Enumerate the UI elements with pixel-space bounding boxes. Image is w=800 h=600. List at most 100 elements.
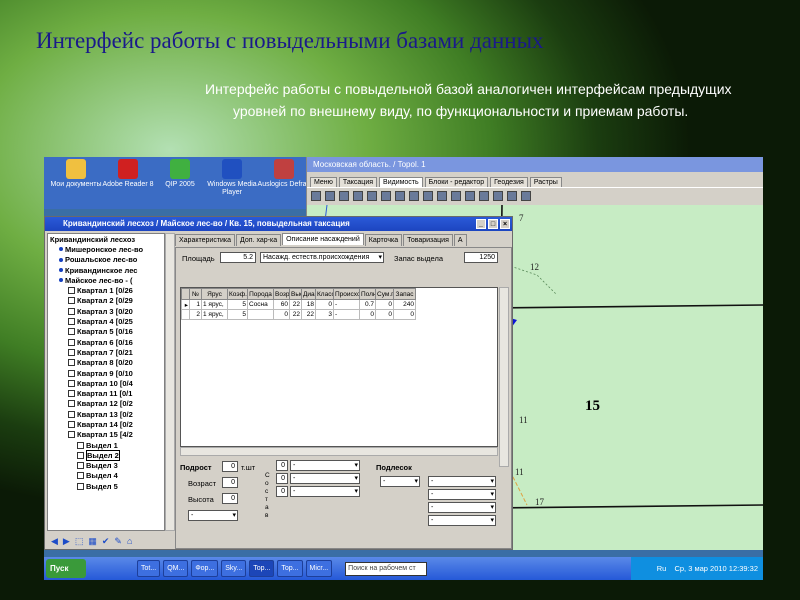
tree-node[interactable]: Выдел 5 (48, 481, 164, 491)
tree-node[interactable]: Выдел 2 (48, 450, 164, 460)
tree-node[interactable]: Рошальское лес-во (48, 255, 164, 265)
db-toolbar-icon[interactable]: ⬚ (75, 536, 84, 547)
stands-grid[interactable]: №ЯрусКоэф.сПородаВозрВысоДиамКласс тПрои… (180, 287, 498, 447)
tree-node[interactable]: Квартал 4 [0/25 (48, 316, 164, 326)
sostav-value-field[interactable]: 0 (276, 473, 288, 484)
desktop-icon[interactable]: Adobe Reader 8 (100, 159, 156, 189)
tree-checkbox[interactable] (68, 328, 75, 335)
grid-cell[interactable]: 0 (360, 310, 376, 320)
toolbar-tool-icon[interactable] (311, 191, 321, 201)
tree-node[interactable]: Квартал 15 [4/2 (48, 430, 164, 440)
grid-cell[interactable]: 22 (302, 310, 316, 320)
grid-cell[interactable]: 2 (190, 310, 202, 320)
tree-checkbox[interactable] (68, 431, 75, 438)
db-toolbar-icon[interactable]: ◀ (51, 536, 58, 547)
toolbar-tool-icon[interactable] (451, 191, 461, 201)
tree-checkbox[interactable] (68, 359, 75, 366)
forest-tree[interactable]: Кривандинский лесхозМишеронское лес-воРо… (47, 233, 165, 531)
podrost-select[interactable]: - (188, 510, 238, 521)
tree-node[interactable]: Квартал 6 [0/16 (48, 337, 164, 347)
toolbar-tool-icon[interactable] (353, 191, 363, 201)
grid-column-header[interactable]: Полн (360, 289, 376, 300)
tree-checkbox[interactable] (77, 462, 84, 469)
taskbar-button[interactable]: Micr... (306, 560, 333, 577)
tree-node[interactable]: Квартал 1 [0/26 (48, 285, 164, 295)
tree-checkbox[interactable] (68, 380, 75, 387)
grid-cell[interactable]: 0 (376, 300, 394, 310)
map-menu-tab[interactable]: Видимость (379, 177, 423, 187)
grid-column-header[interactable]: № (190, 289, 202, 300)
grid-column-header[interactable]: Диам (302, 289, 316, 300)
grid-cell[interactable]: 0 (394, 310, 416, 320)
tree-node[interactable]: Кривандинское лес (48, 265, 164, 275)
taskbar-button[interactable]: QM... (163, 560, 188, 577)
toolbar-tool-icon[interactable] (367, 191, 377, 201)
tree-node[interactable]: Выдел 1 (48, 440, 164, 450)
toolbar-tool-icon[interactable] (381, 191, 391, 201)
tree-node[interactable]: Кривандинский лесхоз (48, 234, 164, 244)
tree-node[interactable]: Квартал 13 [0/2 (48, 409, 164, 419)
grid-column-header[interactable]: Коэф.с (228, 289, 248, 300)
grid-column-header[interactable]: Происхо (334, 289, 360, 300)
grid-cell[interactable]: 0 (274, 310, 290, 320)
podlesok-species-select[interactable]: - (428, 502, 496, 513)
grid-column-header[interactable]: Запас (394, 289, 416, 300)
map-menu-tab[interactable]: Меню (310, 177, 337, 187)
map-window-title[interactable]: Московская область. / Topol. 1 (307, 157, 763, 172)
grid-cell[interactable]: 22 (290, 300, 302, 310)
grid-cell[interactable]: 0 (376, 310, 394, 320)
sostav-species-select[interactable]: - (290, 473, 360, 484)
grid-cell[interactable]: 22 (290, 310, 302, 320)
podrost-height-field[interactable]: 0 (222, 493, 238, 504)
grid-cell[interactable] (248, 310, 274, 320)
tree-node[interactable]: Квартал 14 [0/2 (48, 419, 164, 429)
toolbar-tool-icon[interactable] (325, 191, 335, 201)
grid-cell[interactable]: 3 (316, 310, 334, 320)
tab-1[interactable]: Доп. хар-ка (236, 234, 281, 246)
tree-checkbox[interactable] (68, 308, 75, 315)
map-menu-tab[interactable]: Геодезия (490, 177, 528, 187)
grid-cell[interactable]: 0.7 (360, 300, 376, 310)
sostav-species-select[interactable]: - (290, 460, 360, 471)
podlesok-value-select[interactable]: - (380, 476, 420, 487)
tree-checkbox[interactable] (68, 421, 75, 428)
db-toolbar-icon[interactable]: ▶ (63, 536, 70, 547)
taskbar-button[interactable]: Top... (249, 560, 274, 577)
database-window-title[interactable]: Кривандинский лесхоз / Майское лес-во / … (45, 217, 512, 231)
desktop-icon[interactable]: Мои документы (48, 159, 104, 189)
tree-node[interactable]: Квартал 8 [0/20 (48, 358, 164, 368)
sostav-value-field[interactable]: 0 (276, 460, 288, 471)
grid-cell[interactable]: 1 ярус, (202, 300, 228, 310)
toolbar-tool-icon[interactable] (395, 191, 405, 201)
tree-node[interactable]: Мишеронское лес-во (48, 244, 164, 254)
desktop-icon[interactable]: Windows Media Player (204, 159, 260, 197)
tree-checkbox[interactable] (68, 411, 75, 418)
grid-cell[interactable]: 1 (190, 300, 202, 310)
toolbar-tool-icon[interactable] (339, 191, 349, 201)
origin-select[interactable]: Насажд. естеств.происхождения (260, 252, 384, 263)
toolbar-tool-icon[interactable] (479, 191, 489, 201)
tree-node[interactable]: Квартал 11 [0/1 (48, 388, 164, 398)
tree-node[interactable]: Квартал 9 [0/10 (48, 368, 164, 378)
grid-cell[interactable]: 5 (228, 300, 248, 310)
db-toolbar-icon[interactable]: ✔ (102, 536, 110, 547)
taskbar-button[interactable]: Фор... (191, 560, 218, 577)
tree-checkbox[interactable] (68, 318, 75, 325)
grid-hscrollbar[interactable] (180, 447, 498, 456)
grid-row[interactable]: ▸11 ярус,5Сосна6022180-0.70240 (182, 300, 416, 310)
grid-scrollbar[interactable] (499, 287, 509, 467)
toolbar-tool-icon[interactable] (423, 191, 433, 201)
grid-row[interactable]: 21 ярус,5022223-000 (182, 310, 416, 320)
tree-checkbox[interactable] (77, 452, 84, 459)
grid-cell[interactable]: 18 (302, 300, 316, 310)
tree-checkbox[interactable] (68, 339, 75, 346)
tree-node[interactable]: Квартал 7 [0/21 (48, 347, 164, 357)
tab-2[interactable]: Описание насаждений (282, 233, 364, 245)
podrost-age-field[interactable]: 0 (222, 477, 238, 488)
toolbar-tool-icon[interactable] (465, 191, 475, 201)
tree-checkbox[interactable] (68, 390, 75, 397)
desktop-icon[interactable]: QIP 2005 (152, 159, 208, 189)
db-toolbar-icon[interactable]: ▦ (88, 536, 97, 547)
podrost-count-field[interactable]: 0 (222, 461, 238, 472)
podlesok-species-select[interactable]: - (428, 476, 496, 487)
